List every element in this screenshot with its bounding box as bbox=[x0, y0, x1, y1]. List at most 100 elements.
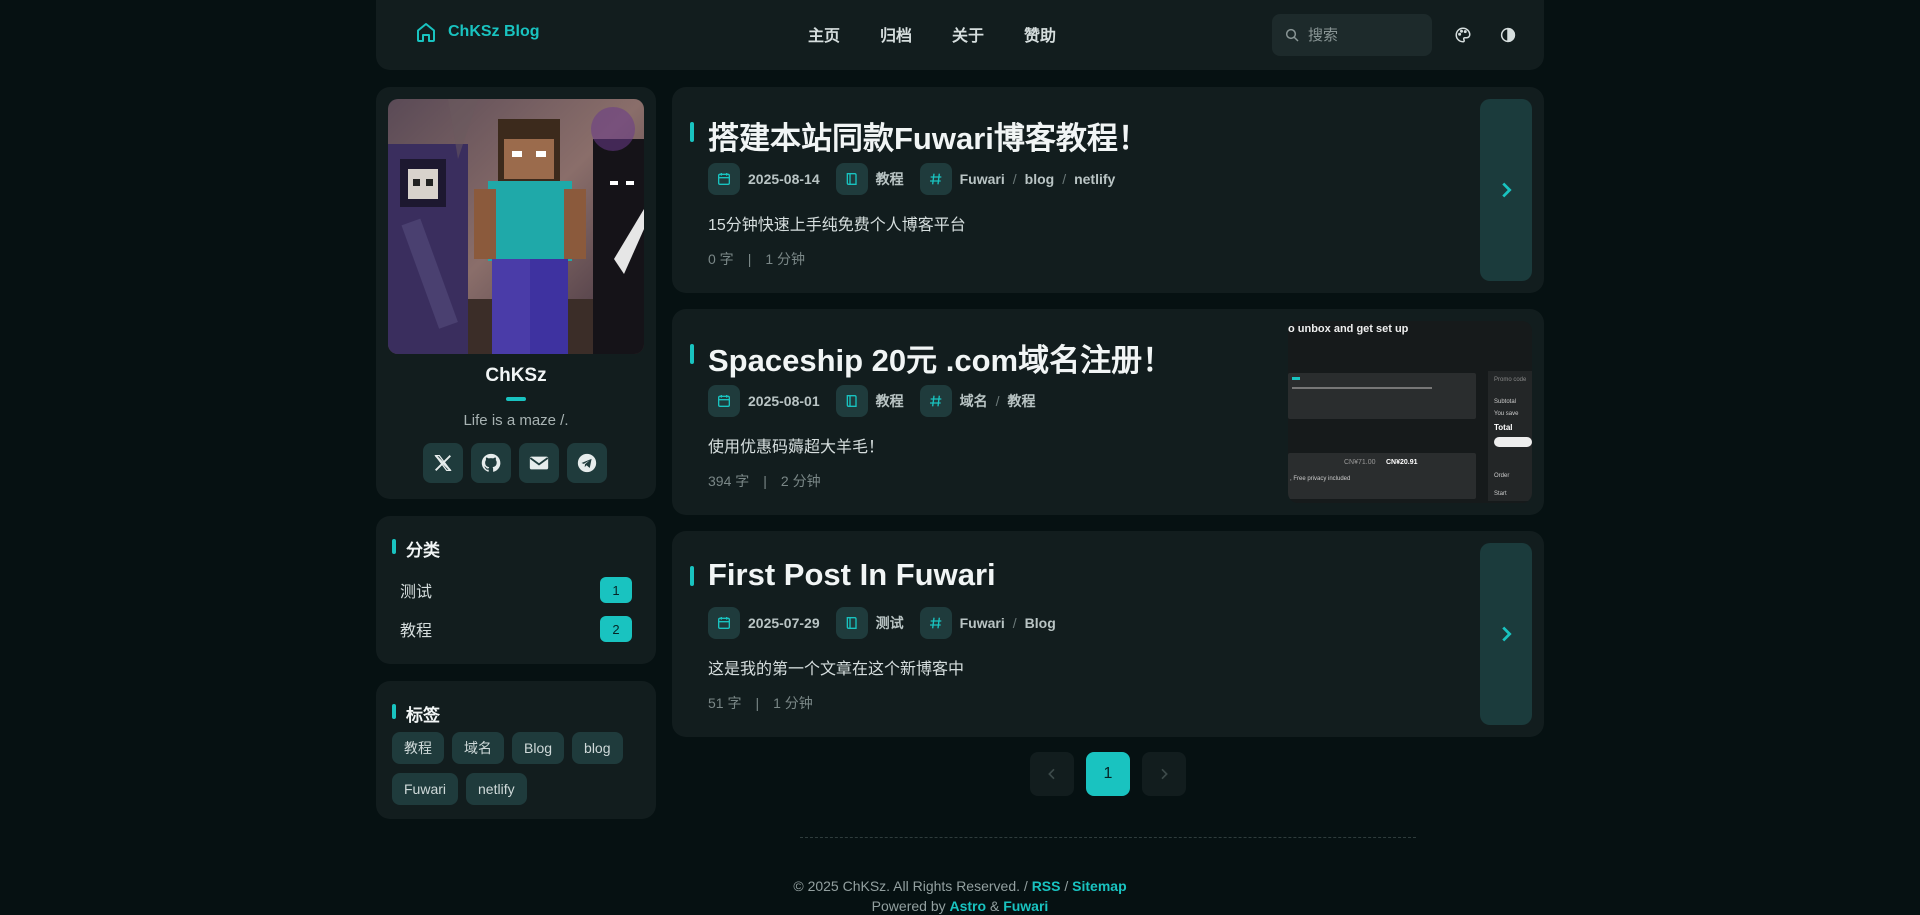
next-page-button[interactable] bbox=[1142, 752, 1186, 796]
post-description: 这是我的第一个文章在这个新博客中 bbox=[708, 661, 965, 678]
prev-page-button[interactable] bbox=[1030, 752, 1074, 796]
nav-sponsor[interactable]: 赞助 bbox=[1004, 22, 1076, 46]
category-count: 2 bbox=[600, 616, 632, 642]
tag-item[interactable]: blog bbox=[572, 732, 623, 764]
tags-widget: 标签 教程 域名 Blog blog Fuwari netlify bbox=[376, 681, 656, 819]
brand-name: ChKSz Blog bbox=[448, 23, 540, 40]
book-icon bbox=[835, 385, 868, 417]
cover-side-label: Promo code bbox=[1494, 377, 1527, 383]
page-button-current[interactable]: 1 bbox=[1086, 752, 1130, 796]
post-tag[interactable]: Blog bbox=[1025, 615, 1056, 631]
post-category[interactable]: 教程 bbox=[876, 391, 904, 411]
email-icon[interactable] bbox=[519, 443, 559, 483]
post-meta: 2025-07-29 测试 Fuwari / Blog bbox=[708, 607, 1056, 639]
post-category[interactable]: 测试 bbox=[876, 613, 904, 633]
word-count: 51 字 bbox=[708, 695, 742, 711]
tag-item[interactable]: Fuwari bbox=[392, 773, 459, 805]
footer-divider bbox=[800, 837, 1416, 838]
chevron-right-icon bbox=[1161, 768, 1168, 780]
category-item[interactable]: 教程 2 bbox=[388, 612, 644, 646]
post-meta: 2025-08-14 教程 Fuwari / blog / netlify bbox=[708, 163, 1115, 195]
post-tag[interactable]: 域名 bbox=[960, 391, 988, 411]
post-tag[interactable]: 教程 bbox=[1008, 391, 1036, 411]
nav-links: 主页 归档 关于 赞助 bbox=[788, 22, 1076, 46]
tag-list: 教程 域名 Blog blog Fuwari netlify bbox=[392, 732, 642, 805]
navbar: ChKSz Blog 主页 归档 关于 赞助 bbox=[376, 0, 1544, 70]
post-stats: 51 字 | 1 分钟 bbox=[708, 695, 813, 711]
read-time: 2 分钟 bbox=[780, 473, 821, 489]
footer-amp: & bbox=[986, 898, 1004, 914]
footer-powered: Powered by Astro & Fuwari bbox=[0, 898, 1920, 914]
category-label: 测试 bbox=[400, 584, 433, 601]
post-card: Spaceship 20元 .com域名注册！ 2025-08-01 教程 域名… bbox=[672, 309, 1544, 515]
astro-link[interactable]: Astro bbox=[950, 898, 987, 914]
category-label: 教程 bbox=[400, 623, 433, 640]
post-card: First Post In Fuwari 2025-07-29 测试 Fuwar… bbox=[672, 531, 1544, 737]
categories-widget: 分类 测试 1 教程 2 bbox=[376, 516, 656, 664]
search-box[interactable] bbox=[1272, 14, 1432, 56]
profile-name: ChKSz bbox=[485, 365, 547, 386]
post-description: 使用优惠码薅超大羊毛！ bbox=[708, 439, 885, 456]
tag-item[interactable]: Blog bbox=[512, 732, 565, 764]
tag-item[interactable]: 教程 bbox=[392, 732, 444, 764]
enter-post-button[interactable] bbox=[1480, 543, 1532, 725]
brand-link[interactable]: ChKSz Blog bbox=[414, 20, 540, 44]
tag-item[interactable]: netlify bbox=[466, 773, 527, 805]
palette-icon[interactable] bbox=[1452, 24, 1474, 46]
tags-title: 标签 bbox=[392, 701, 440, 726]
book-icon bbox=[835, 607, 868, 639]
calendar-icon bbox=[708, 163, 740, 195]
read-time: 1 分钟 bbox=[773, 695, 813, 711]
chevron-right-icon bbox=[1502, 182, 1512, 198]
read-time: 1 分钟 bbox=[765, 251, 806, 267]
word-count: 394 字 bbox=[708, 473, 750, 489]
search-input[interactable] bbox=[1308, 26, 1418, 44]
tag-item[interactable]: 域名 bbox=[452, 732, 504, 764]
footer-sep: / bbox=[1060, 878, 1073, 894]
hash-icon bbox=[919, 607, 952, 639]
book-icon bbox=[835, 163, 868, 195]
post-date: 2025-07-29 bbox=[748, 615, 820, 631]
cover-side-label: Total bbox=[1494, 423, 1513, 432]
profile-bio: Life is a maze /. bbox=[463, 412, 569, 429]
sitemap-link[interactable]: Sitemap bbox=[1072, 878, 1126, 894]
post-title[interactable]: 搭建本站同款Fuwari博客教程！ bbox=[690, 113, 1149, 158]
category-item[interactable]: 测试 1 bbox=[388, 573, 644, 607]
post-stats: 0 字 | 1 分钟 bbox=[708, 251, 806, 267]
footer-copyright: © 2025 ChKSz. All Rights Reserved. / RSS… bbox=[0, 878, 1920, 894]
avatar[interactable] bbox=[388, 99, 644, 354]
cover-side-label: You save bbox=[1494, 411, 1519, 417]
nav-home[interactable]: 主页 bbox=[788, 22, 860, 46]
post-title[interactable]: Spaceship 20元 .com域名注册！ bbox=[689, 335, 1173, 380]
github-icon[interactable] bbox=[471, 443, 511, 483]
rss-link[interactable]: RSS bbox=[1032, 878, 1061, 894]
x-twitter-icon[interactable] bbox=[423, 443, 463, 483]
hash-icon bbox=[919, 163, 952, 195]
post-meta: 2025-08-01 教程 域名 / 教程 bbox=[708, 385, 1036, 417]
calendar-icon bbox=[708, 607, 740, 639]
theme-toggle-icon[interactable] bbox=[1497, 24, 1519, 46]
cover-price-old: CN¥71.00 bbox=[1344, 459, 1376, 466]
nav-about[interactable]: 关于 bbox=[932, 22, 1004, 46]
post-tag[interactable]: Fuwari bbox=[960, 171, 1005, 187]
powered-text: Powered by bbox=[871, 898, 950, 914]
cover-side-label: Start bbox=[1494, 491, 1507, 497]
fuwari-link[interactable]: Fuwari bbox=[1003, 898, 1048, 914]
category-count: 1 bbox=[600, 577, 632, 603]
enter-post-button[interactable] bbox=[1480, 99, 1532, 281]
calendar-icon bbox=[708, 385, 740, 417]
post-title[interactable]: First Post In Fuwari bbox=[690, 557, 996, 593]
search-icon bbox=[1285, 28, 1299, 42]
chevron-right-icon bbox=[1502, 626, 1512, 642]
categories-title: 分类 bbox=[392, 536, 440, 561]
chevron-left-icon bbox=[1048, 768, 1055, 780]
post-category[interactable]: 教程 bbox=[876, 169, 904, 189]
post-cover-image[interactable]: o unbox and get set up CN¥71.00 CN¥20.91… bbox=[1288, 321, 1532, 503]
post-tag[interactable]: netlify bbox=[1074, 171, 1115, 187]
telegram-icon[interactable] bbox=[567, 443, 607, 483]
hash-icon bbox=[919, 385, 952, 417]
nav-archive[interactable]: 归档 bbox=[860, 22, 932, 46]
post-date: 2025-08-14 bbox=[748, 171, 820, 187]
post-tag[interactable]: blog bbox=[1025, 171, 1055, 187]
post-tag[interactable]: Fuwari bbox=[960, 615, 1005, 631]
